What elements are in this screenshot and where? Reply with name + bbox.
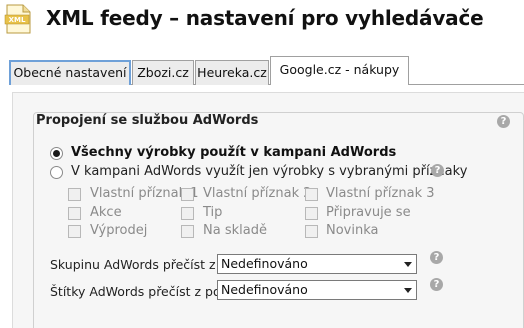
chevron-down-icon bbox=[404, 288, 412, 293]
checkbox-custom-flag-2[interactable] bbox=[181, 188, 194, 201]
checkbox-vyprodej[interactable] bbox=[68, 225, 81, 238]
checkbox-akce[interactable] bbox=[68, 207, 81, 220]
tab-heureka[interactable]: Heureka.cz bbox=[195, 60, 269, 85]
checkbox-tip-label: Tip bbox=[203, 205, 223, 220]
adwords-group-source-select[interactable]: Nedefinováno bbox=[217, 254, 417, 274]
checkbox-pripravuje-se-label: Připravuje se bbox=[326, 205, 411, 220]
checkbox-novinka-label: Novinka bbox=[326, 223, 379, 238]
tab-google-nakupy[interactable]: Google.cz - nákupy bbox=[270, 56, 409, 85]
checkbox-custom-flag-1[interactable] bbox=[68, 188, 81, 201]
checkbox-custom-flag-2-label: Vlastní příznak 2 bbox=[203, 186, 312, 201]
adwords-group-title: Propojení se službou AdWords bbox=[36, 113, 259, 128]
radio-all-products-label[interactable]: Všechny výrobky použít v kampani AdWords bbox=[71, 145, 396, 160]
checkbox-custom-flag-3-label: Vlastní příznak 3 bbox=[326, 186, 435, 201]
checkbox-na-sklade[interactable] bbox=[181, 225, 194, 238]
checkbox-na-sklade-label: Na skladě bbox=[203, 223, 267, 238]
checkbox-novinka[interactable] bbox=[305, 225, 318, 238]
help-icon[interactable]: ? bbox=[431, 164, 444, 177]
adwords-labels-source-select[interactable]: Nedefinováno bbox=[217, 280, 417, 300]
tab-general-settings[interactable]: Obecné nastavení bbox=[9, 60, 131, 85]
tab-zbozi[interactable]: Zbozi.cz bbox=[132, 60, 194, 85]
checkbox-custom-flag-3[interactable] bbox=[305, 188, 318, 201]
radio-all-products[interactable] bbox=[50, 147, 63, 160]
xml-icon-label: XML bbox=[9, 16, 26, 24]
help-icon[interactable]: ? bbox=[430, 251, 443, 264]
checkbox-tip[interactable] bbox=[181, 207, 194, 220]
checkbox-pripravuje-se[interactable] bbox=[305, 207, 318, 220]
checkbox-akce-label: Akce bbox=[90, 205, 122, 220]
xml-file-icon: XML bbox=[4, 4, 31, 34]
radio-flagged-products-label[interactable]: V kampani AdWords využít jen výrobky s v… bbox=[71, 164, 467, 179]
help-icon[interactable]: ? bbox=[497, 115, 510, 128]
page-title: XML feedy – nastavení pro vyhledávače bbox=[46, 6, 484, 30]
radio-flagged-products[interactable] bbox=[50, 166, 63, 179]
adwords-labels-source-label: Štítky AdWords přečíst z po bbox=[50, 284, 221, 299]
chevron-down-icon bbox=[404, 262, 412, 267]
adwords-group-source-label: Skupinu AdWords přečíst z bbox=[50, 257, 216, 272]
help-icon[interactable]: ? bbox=[430, 278, 443, 291]
adwords-labels-source-value: Nedefinováno bbox=[221, 282, 308, 297]
adwords-group-source-value: Nedefinováno bbox=[221, 256, 308, 271]
checkbox-vyprodej-label: Výprodej bbox=[90, 223, 148, 238]
